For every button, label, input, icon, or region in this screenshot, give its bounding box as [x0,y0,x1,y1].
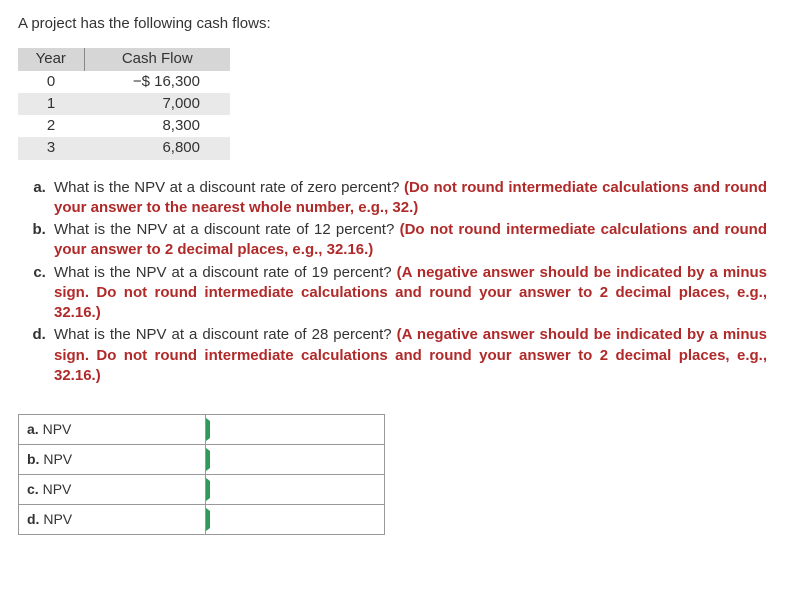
question-a: What is the NPV at a discount rate of ze… [50,178,767,219]
col-header-year: Year [18,48,84,70]
answer-row-b: b. NPV [19,445,385,475]
table-cell: 6,800 [84,137,230,159]
answer-label: d. NPV [19,505,206,535]
answer-input-b[interactable] [206,445,384,474]
table-cell: 8,300 [84,115,230,137]
question-d: What is the NPV at a discount rate of 28… [50,325,767,386]
answer-row-d: d. NPV [19,505,385,535]
table-cell: 7,000 [84,93,230,115]
table-cell: 2 [18,115,84,137]
answer-label: c. NPV [19,475,206,505]
question-list: What is the NPV at a discount rate of ze… [18,178,767,387]
answer-input-b-wrap [206,445,384,474]
question-text: What is the NPV at a discount rate of 12… [54,221,400,238]
table-cell: −$ 16,300 [84,71,230,93]
answer-label: b. NPV [19,445,206,475]
intro-text: A project has the following cash flows: [18,14,767,34]
answer-input-c-wrap [206,475,384,504]
answer-input-d-wrap [206,505,384,534]
question-text: What is the NPV at a discount rate of 19… [54,264,397,281]
table-cell: 3 [18,137,84,159]
table-cell: 0 [18,71,84,93]
question-text: What is the NPV at a discount rate of ze… [54,179,404,196]
col-header-cashflow: Cash Flow [84,48,230,70]
question-c: What is the NPV at a discount rate of 19… [50,263,767,324]
answer-input-a[interactable] [206,415,384,444]
question-b: What is the NPV at a discount rate of 12… [50,220,767,261]
question-text: What is the NPV at a discount rate of 28… [54,326,397,343]
answer-input-a-wrap [206,415,384,444]
answer-input-c[interactable] [206,475,384,504]
answer-table: a. NPV b. NPV c. NPV d. NPV [18,414,385,535]
answer-label: a. NPV [19,415,206,445]
answer-row-a: a. NPV [19,415,385,445]
table-cell: 1 [18,93,84,115]
cashflow-table: Year Cash Flow 0 −$ 16,300 1 7,000 2 8,3… [18,48,230,159]
answer-row-c: c. NPV [19,475,385,505]
answer-input-d[interactable] [206,505,384,534]
